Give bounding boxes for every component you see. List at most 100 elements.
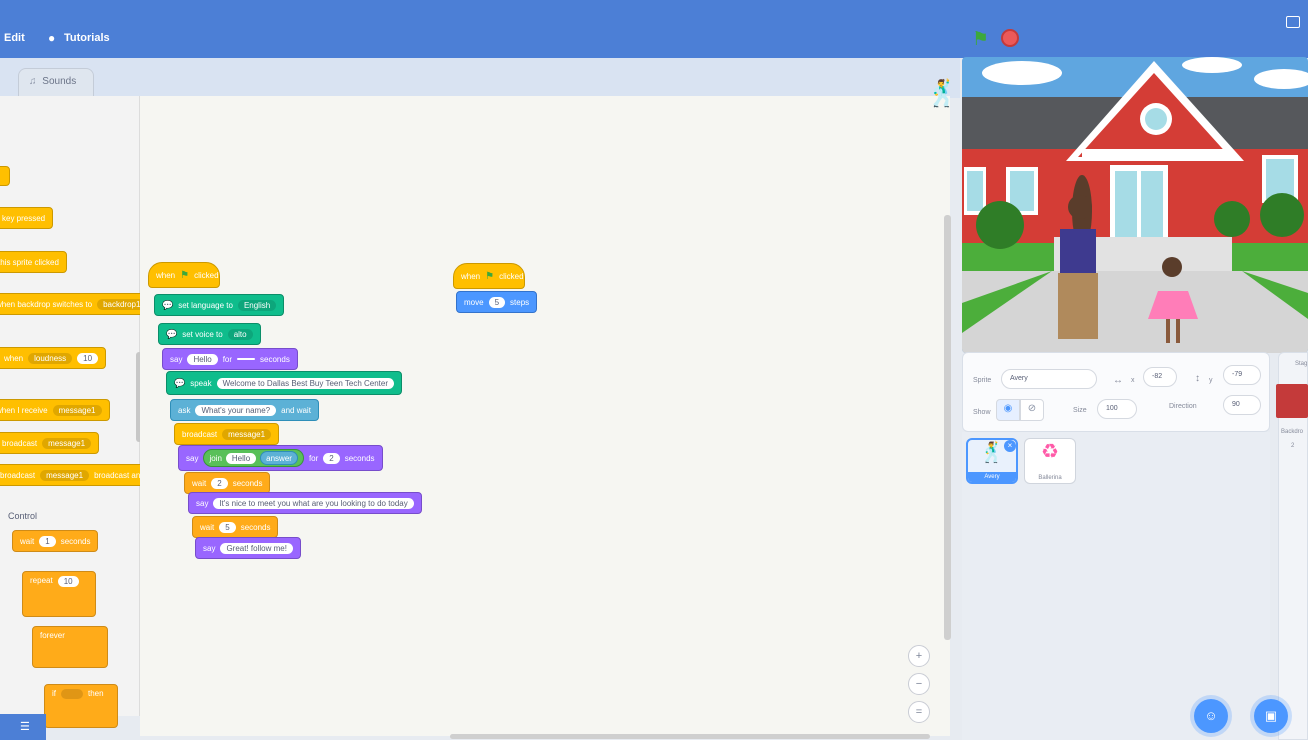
event-block[interactable]: this sprite clicked bbox=[0, 251, 67, 273]
direction-label: Direction bbox=[1169, 403, 1197, 410]
block-label: say bbox=[186, 453, 199, 463]
voice-dropdown[interactable]: alto bbox=[227, 328, 253, 340]
ask-and-wait-block[interactable]: ask What's your name? and wait bbox=[170, 399, 319, 421]
choose-backdrop-icon[interactable]: ▣ bbox=[1254, 699, 1288, 733]
block-label: this sprite clicked bbox=[0, 257, 59, 267]
block-label: say bbox=[170, 354, 183, 364]
set-voice-block[interactable]: 💬 set voice to alto bbox=[158, 323, 261, 345]
event-block[interactable]: when backdrop switches to backdrop1 bbox=[0, 293, 155, 315]
block-label: seconds bbox=[344, 453, 375, 463]
control-block-repeat[interactable]: repeat 10 bbox=[22, 571, 96, 617]
block-label: when backdrop switches to bbox=[0, 299, 93, 309]
eye-icon[interactable]: ◉ bbox=[996, 399, 1020, 421]
block-input[interactable]: Hello bbox=[225, 452, 257, 464]
block-label: broadcast bbox=[2, 438, 38, 448]
block-input[interactable]: 10 bbox=[77, 352, 99, 364]
stop-icon[interactable] bbox=[1001, 29, 1019, 47]
join-operator-block[interactable]: join Hello answer bbox=[203, 449, 304, 467]
sprite-name-label: Sprite bbox=[973, 377, 992, 384]
zoom-in-icon[interactable]: + bbox=[908, 645, 930, 667]
extension-icon[interactable]: ☰ bbox=[0, 714, 46, 740]
say-join-for-seconds-block[interactable]: say join Hello answer for 2 seconds bbox=[178, 445, 383, 471]
block-label: seconds bbox=[240, 522, 271, 532]
event-block[interactable]: broadcast message1 bbox=[0, 432, 100, 454]
block-dropdown[interactable]: message1 bbox=[40, 469, 90, 481]
block-input[interactable]: What's your name? bbox=[195, 404, 277, 416]
block-label: set language to bbox=[178, 300, 233, 310]
block-input[interactable]: 2 bbox=[323, 452, 340, 464]
block-label: wait bbox=[20, 536, 35, 546]
stage-thumbnail[interactable] bbox=[1276, 384, 1308, 418]
direction-field[interactable]: 90 bbox=[1223, 395, 1261, 415]
y-position-field[interactable]: -79 bbox=[1223, 365, 1261, 385]
text-to-speech-icon: 💬 bbox=[166, 328, 178, 339]
when-flag-clicked-block[interactable]: when ⚑ clicked bbox=[453, 263, 525, 289]
message-dropdown[interactable]: message1 bbox=[222, 428, 272, 440]
control-block-if[interactable]: if then bbox=[44, 684, 118, 728]
edit-menu[interactable]: Edit bbox=[4, 32, 25, 44]
delete-sprite-icon[interactable]: × bbox=[1004, 440, 1016, 452]
block-input[interactable]: Great! follow me! bbox=[220, 542, 293, 554]
block-label: broadcast bbox=[0, 470, 36, 480]
sprite-thumbnail-ballerina[interactable]: ♻ Ballerina bbox=[1024, 438, 1076, 484]
tab-sounds[interactable]: ♫ Sounds bbox=[18, 68, 94, 96]
block-dropdown[interactable]: message1 bbox=[42, 437, 92, 449]
block-input[interactable] bbox=[237, 358, 256, 360]
block-condition-slot[interactable] bbox=[61, 689, 83, 699]
zoom-out-icon[interactable]: − bbox=[908, 673, 930, 695]
tutorials-bulb-icon: ● bbox=[48, 31, 56, 45]
stage-backdrop-school bbox=[962, 57, 1308, 353]
control-block-forever[interactable]: forever bbox=[32, 626, 108, 668]
event-block[interactable]: when loudness 10 bbox=[0, 347, 107, 369]
set-language-block[interactable]: 💬 set language to English bbox=[154, 294, 285, 316]
block-label: seconds bbox=[60, 536, 91, 546]
text-to-speech-icon: 💬 bbox=[162, 299, 174, 310]
event-block[interactable] bbox=[0, 166, 10, 186]
eye-off-icon[interactable]: ⊘ bbox=[1020, 399, 1044, 421]
event-block[interactable]: key pressed bbox=[0, 207, 54, 229]
stage-canvas[interactable] bbox=[962, 57, 1308, 353]
tutorials-menu[interactable]: Tutorials bbox=[64, 32, 110, 44]
answer-reporter[interactable]: answer bbox=[260, 451, 298, 465]
event-block[interactable]: when I receive message1 bbox=[0, 399, 110, 421]
block-input[interactable]: Hello bbox=[187, 353, 218, 365]
block-input[interactable]: It's nice to meet you what are you looki… bbox=[213, 497, 414, 509]
move-steps-block[interactable]: move 5 steps bbox=[456, 291, 538, 313]
block-input[interactable]: 5 bbox=[219, 521, 236, 533]
palette-section-control: Control bbox=[8, 511, 38, 521]
language-dropdown[interactable]: English bbox=[237, 299, 277, 311]
block-label: then bbox=[88, 689, 104, 698]
block-input[interactable]: Welcome to Dallas Best Buy Teen Tech Cen… bbox=[216, 377, 394, 389]
block-input[interactable]: 10 bbox=[57, 576, 79, 587]
block-input[interactable]: 5 bbox=[488, 296, 506, 308]
workspace-scrollbar-vertical[interactable] bbox=[944, 215, 951, 640]
sprite-name-field[interactable]: Avery bbox=[1001, 369, 1097, 389]
control-block-wait[interactable]: wait 1 seconds bbox=[12, 530, 99, 552]
block-label: join bbox=[209, 453, 222, 463]
choose-sprite-icon[interactable]: ☺ bbox=[1194, 699, 1228, 733]
block-label: when I receive bbox=[0, 405, 48, 415]
say-block[interactable]: say Great! follow me! bbox=[195, 537, 301, 559]
block-input[interactable]: 1 bbox=[39, 535, 56, 547]
fullscreen-icon[interactable] bbox=[1286, 16, 1300, 28]
block-label: repeat bbox=[30, 576, 53, 585]
broadcast-block[interactable]: broadcast message1 bbox=[174, 423, 280, 445]
workspace-scrollbar-horizontal[interactable] bbox=[450, 734, 930, 739]
green-flag-icon[interactable]: ⚑ bbox=[972, 28, 992, 50]
say-for-seconds-block[interactable]: say Hello for seconds bbox=[162, 348, 298, 370]
block-dropdown[interactable]: loudness bbox=[28, 352, 73, 364]
wait-block[interactable]: wait 5 seconds bbox=[192, 516, 279, 538]
block-label: wait bbox=[200, 522, 215, 532]
block-dropdown[interactable]: message1 bbox=[52, 404, 102, 416]
when-flag-clicked-block[interactable]: when ⚑ clicked bbox=[148, 262, 220, 288]
say-block[interactable]: say It's nice to meet you what are you l… bbox=[188, 492, 422, 514]
text-to-speech-icon: 💬 bbox=[174, 377, 186, 388]
x-position-field[interactable]: -82 bbox=[1143, 367, 1177, 387]
size-field[interactable]: 100 bbox=[1097, 399, 1137, 419]
wait-block[interactable]: wait 2 seconds bbox=[184, 472, 271, 494]
zoom-reset-icon[interactable]: = bbox=[908, 701, 930, 723]
block-label: if bbox=[52, 689, 56, 698]
block-input[interactable]: 2 bbox=[211, 477, 228, 489]
block-label: for bbox=[222, 354, 233, 364]
speak-block[interactable]: 💬 speak Welcome to Dallas Best Buy Teen … bbox=[166, 371, 402, 395]
